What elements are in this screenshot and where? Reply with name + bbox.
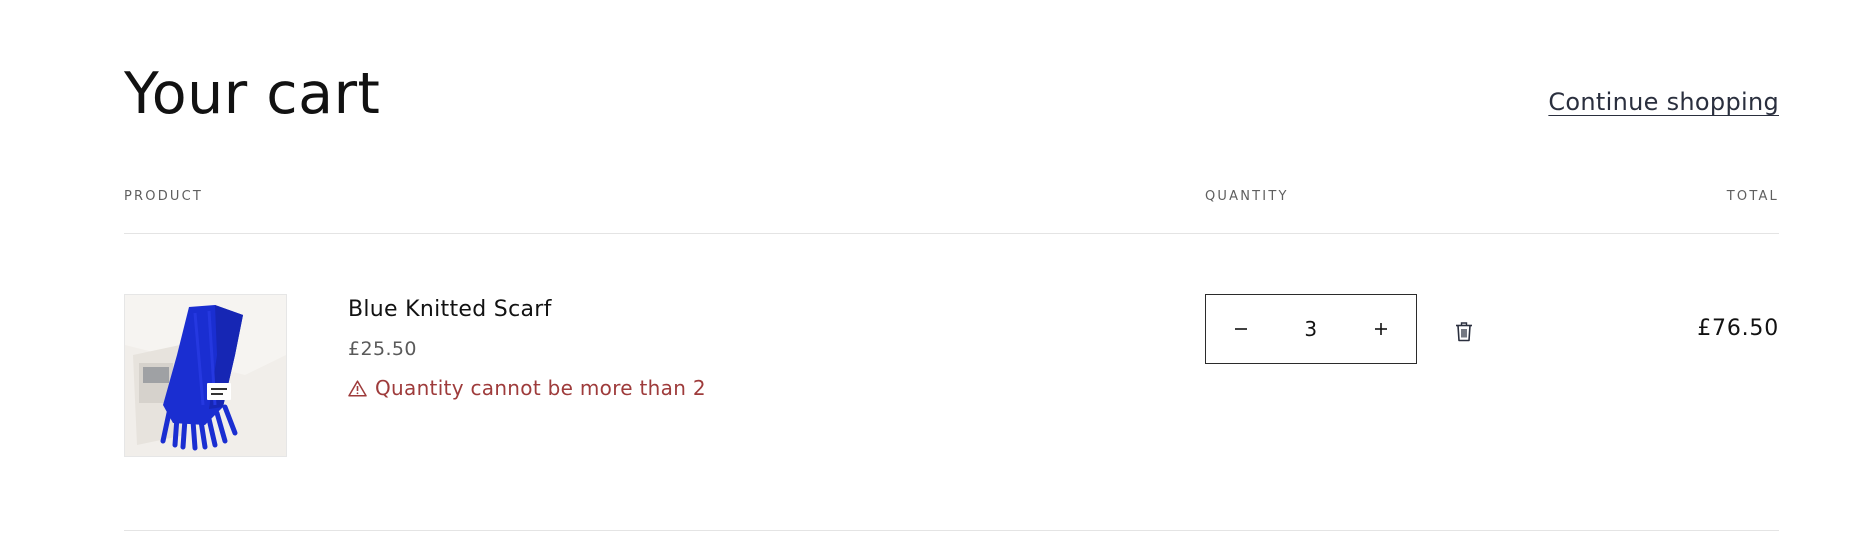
divider [124,530,1779,531]
product-image[interactable] [124,294,287,457]
warning-icon [348,379,367,397]
trash-icon [1456,321,1472,341]
quantity-input[interactable]: 3 [1276,317,1346,341]
quantity-stepper: 3 [1205,294,1417,364]
cart-section: Your cart Continue shopping Product Quan… [124,0,1779,548]
remove-item-button[interactable] [1451,317,1477,345]
product-price: £25.50 [348,338,417,360]
divider [124,233,1779,234]
page-title: Your cart [124,61,381,127]
quantity-error: Quantity cannot be more than 2 [348,376,706,400]
decrease-quantity-button[interactable] [1206,295,1276,363]
scarf-image [125,295,286,456]
continue-shopping-link[interactable]: Continue shopping [1548,88,1779,116]
quantity-error-text: Quantity cannot be more than 2 [375,376,706,400]
increase-quantity-button[interactable] [1346,295,1416,363]
column-header-quantity: Quantity [1205,189,1289,204]
line-total: £76.50 [1697,316,1779,341]
minus-icon [1235,328,1247,330]
column-header-total: Total [1726,189,1779,204]
product-name[interactable]: Blue Knitted Scarf [348,297,552,322]
plus-icon [1375,323,1387,335]
column-header-product: Product [124,189,204,204]
